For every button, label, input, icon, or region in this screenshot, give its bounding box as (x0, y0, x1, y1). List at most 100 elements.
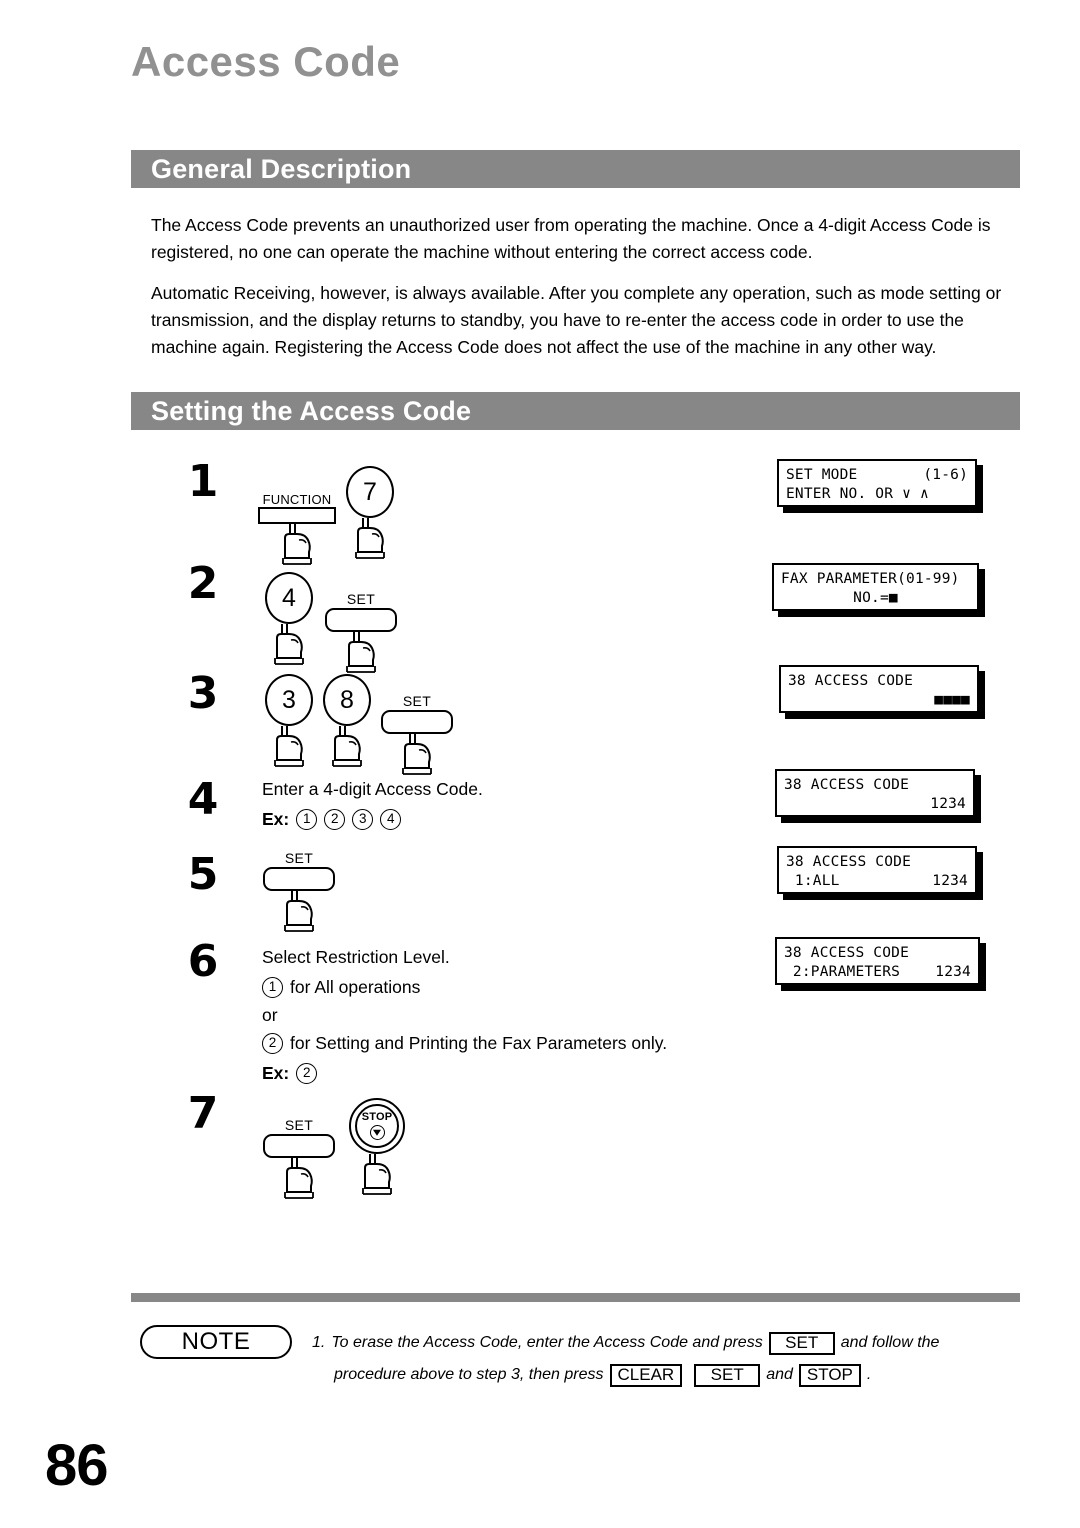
step-6-instruction: Select Restriction Level. (262, 947, 450, 967)
lcd-line-1-left: 38 ACCESS CODE (786, 854, 912, 870)
lcd-line-2: NO.=■ (781, 589, 970, 608)
note-stop-keycap[interactable]: STOP (798, 1363, 861, 1387)
general-description-paragraph-2: Automatic Receiving, however, is always … (151, 283, 1002, 357)
set-key-label: SET (284, 1117, 314, 1133)
lcd-line-2-right: 1234 (930, 796, 966, 812)
step-number-2: 2 (187, 558, 219, 609)
press-finger-icon (274, 726, 304, 767)
set-key-box[interactable] (381, 710, 453, 734)
numeric-key-8-circle[interactable]: 8 (323, 674, 371, 726)
numeric-key-7[interactable]: 7 (346, 466, 394, 560)
page-number: 86 (45, 1433, 109, 1498)
numeric-key-3-circle[interactable]: 3 (265, 674, 313, 726)
function-key-box[interactable] (258, 507, 336, 524)
example-digit-4: 4 (380, 808, 402, 830)
numeric-key-7-circle[interactable]: 7 (346, 466, 394, 518)
numeric-key-4[interactable]: 4 (265, 572, 313, 666)
note-set-keycap-1[interactable]: SET (768, 1331, 835, 1355)
section-header-setting-the-access-code: Setting the Access Code (131, 392, 1020, 430)
set-key-box[interactable] (263, 1134, 335, 1158)
lcd-line-2-center: NO.=■ (853, 590, 898, 606)
step-number-7: 7 (187, 1088, 219, 1139)
set-key-box[interactable] (325, 608, 397, 632)
note-badge: NOTE (140, 1325, 292, 1359)
numeric-key-4-label: 4 (282, 583, 296, 612)
press-finger-icon (274, 624, 304, 665)
press-finger-icon (284, 891, 314, 932)
section-header-general-description-label: General Description (151, 153, 412, 184)
lcd-line-1-left: 38 ACCESS CODE (784, 945, 910, 961)
lcd-display-step-1: SET MODE (1-6) ENTER NO. OR ∨ ∧ (777, 459, 977, 507)
set-key-label: SET (346, 591, 376, 607)
press-finger-icon (402, 734, 432, 775)
note-clear-keycap[interactable]: CLEAR (609, 1363, 683, 1387)
stop-key-label: STOP (361, 1111, 393, 1123)
set-key[interactable]: SET (263, 1118, 335, 1200)
note-line-2: procedure above to step 3, then press CL… (334, 1359, 1022, 1391)
step-4-example: Ex: 1 2 3 4 (262, 804, 483, 834)
section-header-setting-the-access-code-label: Setting the Access Code (151, 395, 472, 426)
step-2-keys: 4 SET (265, 572, 397, 673)
numeric-key-4-circle[interactable]: 4 (265, 572, 313, 624)
lcd-line-1: SET MODE (1-6) (786, 466, 968, 485)
numeric-key-8[interactable]: 8 (323, 674, 371, 768)
press-finger-icon (362, 1154, 392, 1195)
lcd-display-step-6: 38 ACCESS CODE 2:PARAMETERS 1234 (775, 937, 980, 985)
stop-key[interactable]: STOP (349, 1098, 405, 1196)
step-6-option-1: 1 for All operations (262, 972, 667, 1002)
step-number-6: 6 (187, 936, 219, 987)
lcd-line-2: ■■■■ (788, 691, 970, 710)
step-4-example-label: Ex: (262, 809, 290, 829)
step-4-instruction: Enter a 4-digit Access Code. (262, 779, 483, 799)
lcd-display-step-2: FAX PARAMETER(01-99) NO.=■ (772, 563, 979, 611)
lcd-line-1: 38 ACCESS CODE (784, 944, 971, 963)
function-key[interactable]: FUNCTION (258, 493, 336, 566)
note-line-1-part-1: To erase the Access Code, enter the Acce… (331, 1334, 763, 1351)
numeric-key-3-label: 3 (282, 685, 296, 714)
page-title: Access Code (131, 38, 401, 85)
example-digit-2: 2 (324, 808, 346, 830)
step-6-example: Ex: 2 (262, 1058, 667, 1088)
lcd-line-2: 1:ALL 1234 (786, 872, 968, 891)
set-key-box[interactable] (263, 867, 335, 891)
set-key-label: SET (284, 850, 314, 866)
lcd-line-2-left: 1:ALL (786, 873, 840, 889)
lcd-line-1-right: (1-6) (923, 467, 968, 483)
lcd-line-1: 38 ACCESS CODE (784, 776, 966, 795)
option-digit-2: 2 (262, 1032, 283, 1054)
step-4-text: Enter a 4-digit Access Code. Ex: 1 2 3 4 (262, 774, 483, 834)
numeric-key-8-label: 8 (340, 685, 354, 714)
set-key[interactable]: SET (381, 694, 453, 776)
note-set-keycap-2[interactable]: SET (694, 1363, 761, 1387)
set-key[interactable]: SET (325, 592, 397, 674)
step-number-4: 4 (187, 774, 219, 825)
step-3-keys: 3 8 SET (265, 674, 453, 775)
press-finger-icon (282, 524, 312, 565)
set-key[interactable]: SET (263, 851, 335, 933)
lcd-line-2: 2:PARAMETERS 1234 (784, 963, 971, 982)
press-finger-icon (355, 518, 385, 559)
note-line-1: 1. To erase the Access Code, enter the A… (312, 1327, 1022, 1359)
step-number-3: 3 (187, 668, 219, 719)
numeric-key-3[interactable]: 3 (265, 674, 313, 768)
step-6-option-2: 2 for Setting and Printing the Fax Param… (262, 1028, 667, 1058)
lcd-line-1: 38 ACCESS CODE (788, 672, 970, 691)
general-description-paragraph-1: The Access Code prevents an unauthorized… (151, 215, 991, 262)
press-finger-icon (284, 1158, 314, 1199)
lcd-line-1-left: SET MODE (786, 467, 858, 483)
step-7-keys: SET STOP (263, 1098, 405, 1199)
step-6-or: or (262, 1005, 278, 1025)
note-line-2-part-1: procedure above to step 3, then press (334, 1366, 604, 1383)
option-2-text: for Setting and Printing the Fax Paramet… (290, 1033, 668, 1053)
lcd-line-1: 38 ACCESS CODE (786, 853, 968, 872)
lcd-line-2-left: 2:PARAMETERS (784, 964, 901, 980)
lcd-line-1: FAX PARAMETER(01-99) (781, 570, 970, 589)
note-item-number: 1. (312, 1334, 326, 1351)
lcd-line-2: 1234 (784, 795, 966, 814)
step-5-keys: SET (263, 851, 335, 933)
note-line-2-end: . (866, 1366, 872, 1383)
note-body: 1. To erase the Access Code, enter the A… (312, 1327, 1022, 1391)
lcd-line-2-right: ■■■■ (934, 692, 970, 708)
stop-key-outer-ring[interactable]: STOP (349, 1098, 405, 1154)
press-finger-icon (346, 632, 376, 673)
